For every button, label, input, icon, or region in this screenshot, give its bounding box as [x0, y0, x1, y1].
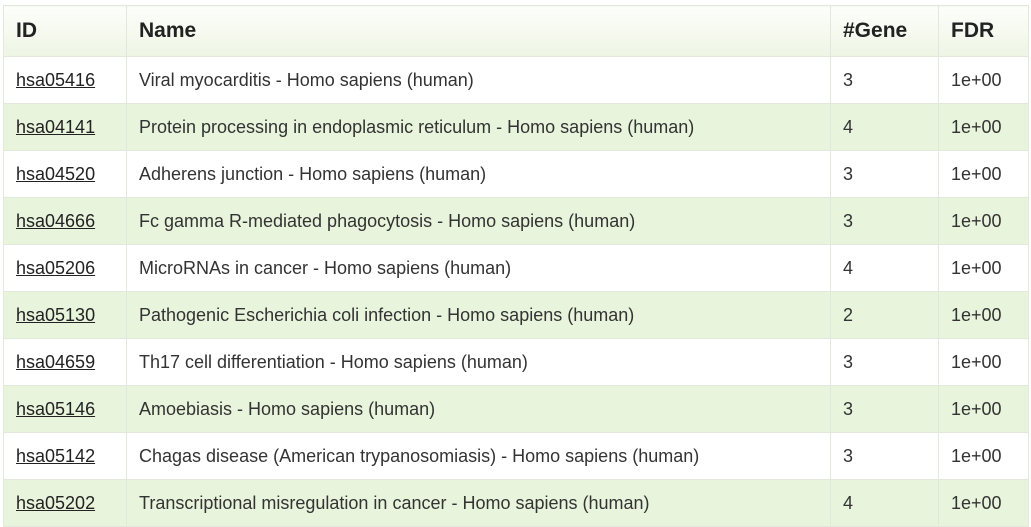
table-row: hsa04141 Protein processing in endoplasm… [3, 103, 1029, 151]
table-row: hsa05130 Pathogenic Escherichia coli inf… [3, 291, 1029, 339]
cell-id: hsa05142 [3, 432, 127, 480]
table-header-row: ID Name #Gene FDR [3, 5, 1029, 57]
cell-name: Viral myocarditis - Homo sapiens (human) [126, 56, 831, 104]
cell-id: hsa04659 [3, 338, 127, 386]
cell-fdr: 1e+00 [938, 56, 1029, 104]
cell-id: hsa05202 [3, 479, 127, 527]
cell-name: Transcriptional misregulation in cancer … [126, 479, 831, 527]
table-row: hsa05142 Chagas disease (American trypan… [3, 432, 1029, 480]
column-header-id[interactable]: ID [3, 5, 127, 57]
table-row: hsa05206 MicroRNAs in cancer - Homo sapi… [3, 244, 1029, 292]
pathway-id-link[interactable]: hsa05142 [16, 446, 95, 466]
pathway-id-link[interactable]: hsa05416 [16, 70, 95, 90]
table-row: hsa04659 Th17 cell differentiation - Hom… [3, 338, 1029, 386]
cell-name: Pathogenic Escherichia coli infection - … [126, 291, 831, 339]
cell-id: hsa04520 [3, 150, 127, 198]
cell-name: Th17 cell differentiation - Homo sapiens… [126, 338, 831, 386]
cell-fdr: 1e+00 [938, 338, 1029, 386]
cell-gene-count: 3 [830, 385, 939, 433]
table-row: hsa04520 Adherens junction - Homo sapien… [3, 150, 1029, 198]
pathway-table: ID Name #Gene FDR hsa05416 Viral myocard… [3, 5, 1029, 527]
cell-gene-count: 3 [830, 197, 939, 245]
table-row: hsa05202 Transcriptional misregulation i… [3, 479, 1029, 527]
cell-id: hsa05416 [3, 56, 127, 104]
cell-name: MicroRNAs in cancer - Homo sapiens (huma… [126, 244, 831, 292]
cell-gene-count: 3 [830, 432, 939, 480]
cell-fdr: 1e+00 [938, 432, 1029, 480]
cell-gene-count: 4 [830, 103, 939, 151]
column-header-fdr[interactable]: FDR [938, 5, 1029, 57]
pathway-id-link[interactable]: hsa04666 [16, 211, 95, 231]
cell-id: hsa04141 [3, 103, 127, 151]
pathway-id-link[interactable]: hsa05206 [16, 258, 95, 278]
cell-gene-count: 2 [830, 291, 939, 339]
results-panel: ID Name #Gene FDR hsa05416 Viral myocard… [0, 0, 1031, 527]
cell-id: hsa05130 [3, 291, 127, 339]
cell-id: hsa05206 [3, 244, 127, 292]
pathway-id-link[interactable]: hsa04141 [16, 117, 95, 137]
cell-name: Adherens junction - Homo sapiens (human) [126, 150, 831, 198]
table-row: hsa04666 Fc gamma R-mediated phagocytosi… [3, 197, 1029, 245]
pathway-id-link[interactable]: hsa04520 [16, 164, 95, 184]
table-body: hsa05416 Viral myocarditis - Homo sapien… [3, 56, 1029, 527]
cell-name: Fc gamma R-mediated phagocytosis - Homo … [126, 197, 831, 245]
cell-fdr: 1e+00 [938, 244, 1029, 292]
cell-fdr: 1e+00 [938, 291, 1029, 339]
cell-name: Protein processing in endoplasmic reticu… [126, 103, 831, 151]
cell-fdr: 1e+00 [938, 197, 1029, 245]
cell-id: hsa04666 [3, 197, 127, 245]
cell-fdr: 1e+00 [938, 103, 1029, 151]
column-header-name[interactable]: Name [126, 5, 831, 57]
cell-id: hsa05146 [3, 385, 127, 433]
cell-fdr: 1e+00 [938, 385, 1029, 433]
table-row: hsa05416 Viral myocarditis - Homo sapien… [3, 56, 1029, 104]
cell-name: Amoebiasis - Homo sapiens (human) [126, 385, 831, 433]
cell-fdr: 1e+00 [938, 479, 1029, 527]
pathway-id-link[interactable]: hsa05130 [16, 305, 95, 325]
column-header-gene[interactable]: #Gene [830, 5, 939, 57]
pathway-id-link[interactable]: hsa05146 [16, 399, 95, 419]
cell-name: Chagas disease (American trypanosomiasis… [126, 432, 831, 480]
cell-gene-count: 3 [830, 338, 939, 386]
table-row: hsa05146 Amoebiasis - Homo sapiens (huma… [3, 385, 1029, 433]
pathway-id-link[interactable]: hsa05202 [16, 493, 95, 513]
cell-gene-count: 3 [830, 56, 939, 104]
pathway-id-link[interactable]: hsa04659 [16, 352, 95, 372]
cell-gene-count: 4 [830, 479, 939, 527]
cell-gene-count: 4 [830, 244, 939, 292]
cell-fdr: 1e+00 [938, 150, 1029, 198]
cell-gene-count: 3 [830, 150, 939, 198]
